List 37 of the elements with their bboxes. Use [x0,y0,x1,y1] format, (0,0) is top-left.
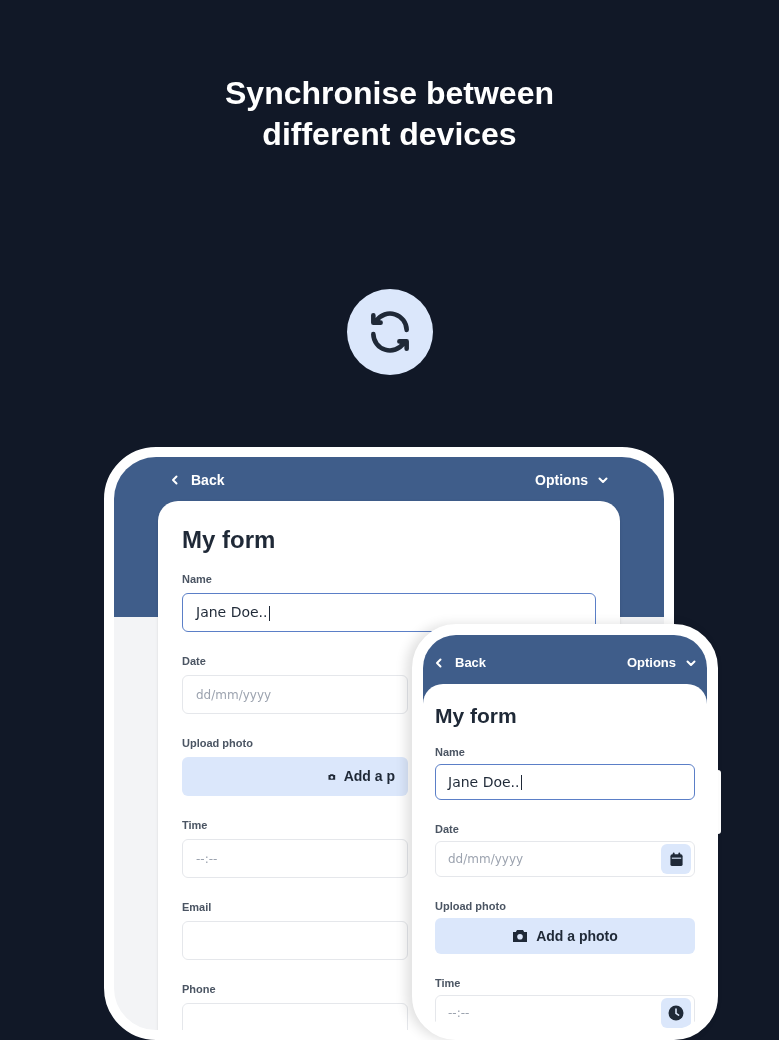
field-label: Date [182,654,206,669]
field-placeholder: --:-- [196,850,218,868]
chevron-left-icon [170,475,180,485]
field-label: Name [182,572,212,587]
add-photo-button[interactable]: Add a p [182,757,408,796]
field-label: Time [182,818,208,833]
camera-icon [512,929,529,943]
field-label: Upload photo [435,899,506,914]
back-button[interactable]: Back [434,653,487,673]
field-label: Email [182,900,212,915]
calendar-button[interactable] [661,844,691,874]
calendar-icon [668,851,684,867]
text-field[interactable] [182,921,408,960]
form-title: My form [182,525,277,555]
text-field[interactable]: Jane Doe.. [435,764,695,800]
field-label: Name [435,745,465,760]
headline: Synchronise between different devices [224,74,555,154]
chevron-down-icon [686,658,696,668]
field-label: Upload photo [182,736,253,751]
add-photo-button[interactable]: Add a photo [435,918,695,954]
clock-button[interactable] [661,998,691,1028]
form-title: My form [435,703,518,729]
chevron-left-icon [434,658,444,668]
chevron-down-icon [598,475,608,485]
clock-icon [668,1005,684,1021]
field-label: Time [435,976,461,991]
options-button[interactable]: Options [535,469,608,491]
back-button[interactable]: Back [170,469,225,491]
field-label: Date [435,822,459,837]
options-button[interactable]: Options [626,653,696,673]
field-label: Phone [182,982,216,997]
field-value: Jane Doe.. [448,772,522,792]
field-placeholder: --:-- [448,1005,470,1022]
text-field[interactable]: Jane Doe.. [182,593,596,632]
field-value: Jane Doe.. [196,603,270,623]
field-placeholder: dd/mm/yyyy [448,851,524,868]
field-placeholder: dd/mm/yyyy [196,686,272,704]
